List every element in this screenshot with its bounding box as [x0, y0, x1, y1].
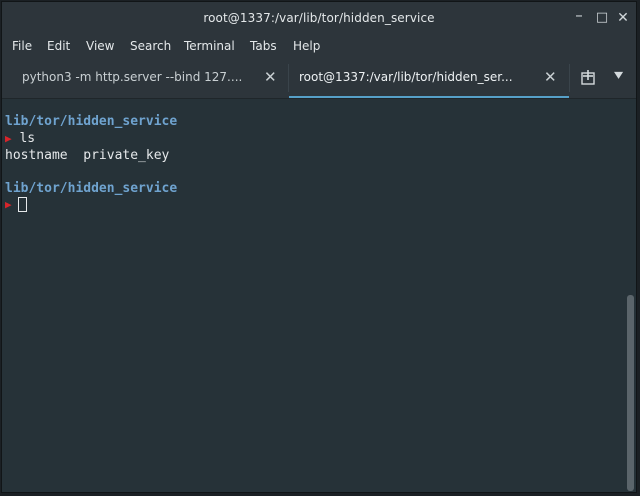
terminal-window: root@1337:/var/lib/tor/hidden_service – …: [1, 1, 637, 493]
window-title: root@1337:/var/lib/tor/hidden_service: [203, 11, 435, 25]
menu-help[interactable]: Help: [293, 39, 320, 53]
path-line: lib/tor/hidden_service: [5, 181, 178, 196]
scrollbar-thumb[interactable]: [627, 295, 634, 491]
path-line: lib/tor/hidden_service: [5, 114, 178, 129]
command-text: ls: [11, 131, 36, 146]
menu-view[interactable]: View: [86, 39, 114, 53]
prompt-line: ▶: [5, 197, 12, 213]
scrollbar[interactable]: [624, 99, 636, 492]
text-cursor: [18, 197, 27, 212]
menu-search[interactable]: Search: [130, 39, 171, 53]
title-bar[interactable]: root@1337:/var/lib/tor/hidden_service – …: [2, 2, 636, 36]
menu-terminal[interactable]: Terminal: [184, 39, 235, 53]
prompt-arrow-icon: ▶: [5, 198, 12, 211]
tab-close-icon[interactable]: ✕: [544, 68, 557, 86]
tab-bar: python3 -m http.server --bind 127.... ✕ …: [2, 58, 636, 99]
tab-divider: [569, 64, 570, 92]
maximize-icon[interactable]: □: [594, 10, 610, 26]
tab-label: root@1337:/var/lib/tor/hidden_ser...: [299, 70, 513, 84]
menu-bar: File Edit View Search Terminal Tabs Help: [2, 36, 636, 58]
tab-label: python3 -m http.server --bind 127....: [22, 70, 243, 84]
menu-tabs[interactable]: Tabs: [250, 39, 277, 53]
tab-close-icon[interactable]: ✕: [264, 68, 277, 86]
close-icon[interactable]: ✕: [615, 10, 631, 26]
minimize-icon[interactable]: –: [571, 7, 587, 23]
output-line: hostname private_key: [5, 148, 170, 163]
terminal-output[interactable]: lib/tor/hidden_service ▶ ls hostname pri…: [2, 99, 624, 492]
menu-edit[interactable]: Edit: [47, 39, 70, 53]
tab-hidden-service[interactable]: root@1337:/var/lib/tor/hidden_ser... ✕: [289, 58, 569, 98]
prompt-line: ▶ ls: [5, 131, 35, 147]
new-tab-icon[interactable]: [580, 69, 598, 87]
tab-python-server[interactable]: python3 -m http.server --bind 127.... ✕: [2, 58, 288, 98]
menu-file[interactable]: File: [12, 39, 32, 53]
prompt-arrow-icon: ▶: [5, 132, 12, 145]
tab-menu-icon[interactable]: ▾: [614, 67, 623, 83]
